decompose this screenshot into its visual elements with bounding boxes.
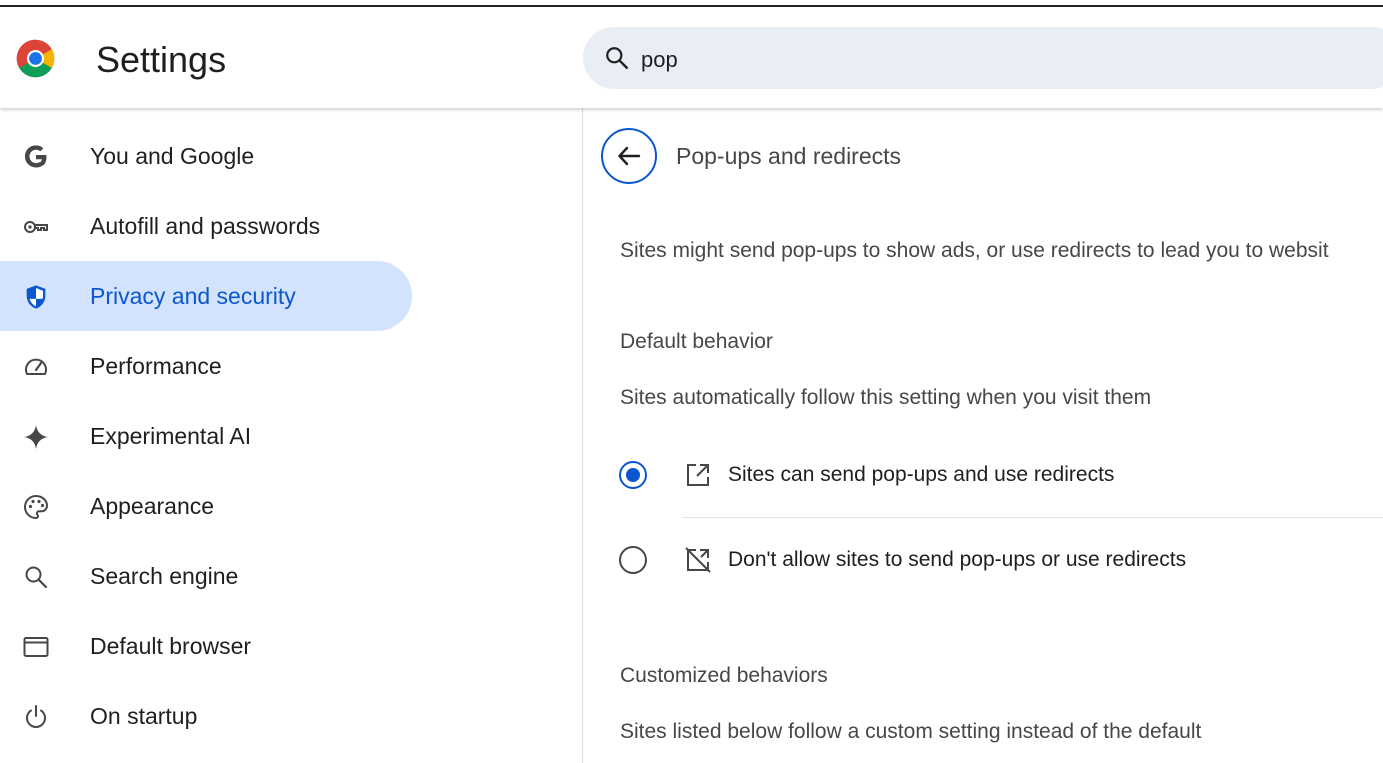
radio-button-unselected[interactable] [619,546,647,574]
page-title: Settings [96,39,227,80]
search-settings-input[interactable]: pop [583,27,1383,89]
settings-header: Settings pop [0,7,1383,108]
search-input-value[interactable]: pop [641,47,678,73]
option-label: Don't allow sites to send pop-ups or use… [728,548,1187,571]
sidebar-item-experimental-ai[interactable]: Experimental AI [0,401,412,471]
key-icon [24,221,48,233]
search-icon [25,566,48,589]
settings-main-panel: Pop-ups and redirects Sites might send p… [583,108,1383,763]
sidebar-item-autofill[interactable]: Autofill and passwords [0,191,412,261]
sidebar-item-label: Search engine [90,563,239,589]
open-in-new-icon [687,464,709,486]
window-top-edge [0,0,1383,7]
browser-window-icon [23,637,49,657]
sidebar-item-appearance[interactable]: Appearance [0,471,412,541]
option-divider [682,517,1383,518]
sidebar-item-label: Autofill and passwords [90,213,321,239]
search-icon [606,47,628,69]
option-allow-popups[interactable]: Sites can send pop-ups and use redirects [613,444,1383,504]
option-label: Sites can send pop-ups and use redirects [728,463,1115,486]
arrow-back-icon [618,146,641,166]
customized-behaviors-heading: Customized behaviors [620,664,828,687]
blocked-popup-icon [685,547,711,573]
sidebar-item-label: Experimental AI [90,423,252,449]
default-behavior-heading: Default behavior [620,330,773,353]
sidebar-item-on-startup[interactable]: On startup [0,681,412,751]
back-button[interactable] [601,128,657,184]
option-block-popups[interactable]: Don't allow sites to send pop-ups or use… [613,529,1383,589]
google-g-icon [24,145,47,168]
sidebar-item-you-and-google[interactable]: You and Google [0,121,412,191]
sidebar-item-label: Privacy and security [90,283,296,309]
customized-behaviors-subtitle: Sites listed below follow a custom setti… [620,720,1202,743]
settings-sidebar: You and Google Autofill and passwords Pr… [0,108,582,763]
default-behavior-subtitle: Sites automatically follow this setting … [620,386,1152,409]
chrome-logo-icon [16,39,55,78]
sidebar-item-label: Performance [90,353,222,379]
sidebar-item-label: On startup [90,703,198,729]
sparkle-icon [24,425,48,449]
page-description: Sites might send pop-ups to show ads, or… [620,239,1329,262]
shield-icon [26,285,46,309]
radio-button-selected[interactable] [619,461,647,489]
sidebar-item-performance[interactable]: Performance [0,331,412,401]
sidebar-item-default-browser[interactable]: Default browser [0,611,412,681]
sidebar-item-label: You and Google [90,143,255,169]
sidebar-item-privacy-and-security[interactable]: Privacy and security [0,261,412,331]
palette-icon [23,494,49,520]
subpage-title: Pop-ups and redirects [676,143,902,169]
sidebar-item-search-engine[interactable]: Search engine [0,541,412,611]
sidebar-item-label: Default browser [90,633,252,659]
power-icon [26,705,46,728]
sidebar-item-label: Appearance [90,493,215,519]
speedometer-icon [25,358,47,375]
